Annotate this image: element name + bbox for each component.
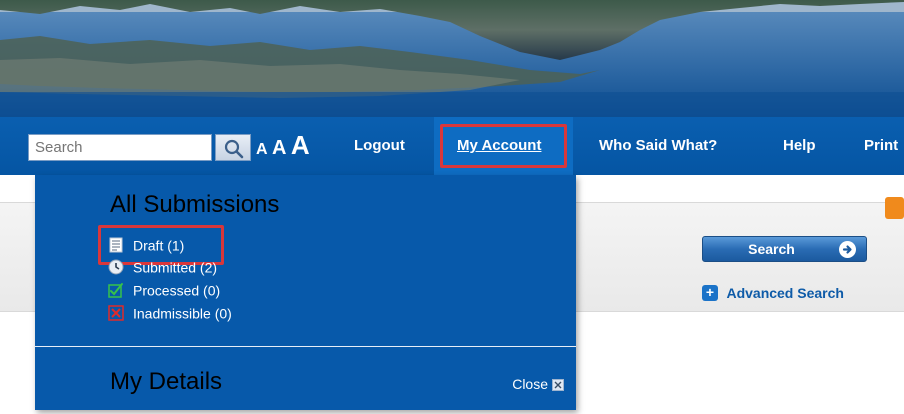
dropdown-divider [35, 346, 576, 347]
rss-feed-icon[interactable] [885, 197, 904, 219]
arrow-right-icon [839, 241, 856, 258]
advanced-search-link[interactable]: + Advanced Search [702, 284, 844, 302]
main-nav-bar: A A A Logout My Account Who Said What? H… [0, 117, 904, 175]
advanced-search-label: Advanced Search [726, 284, 844, 301]
submissions-submitted-label: Submitted (2) [133, 259, 218, 276]
submissions-processed-label: Processed (0) [133, 282, 221, 299]
red-x-icon [108, 305, 124, 322]
my-account-dropdown: All Submissions Draft (1) Submitted (2) [35, 175, 576, 410]
clock-icon [108, 259, 124, 275]
search-go-button[interactable] [215, 134, 251, 161]
nav-who-said-what-link[interactable]: Who Said What? [599, 117, 717, 175]
my-account-highlight-box [440, 124, 567, 168]
dropdown-close-button[interactable]: Close [512, 376, 564, 392]
font-size-large-button[interactable]: A [291, 130, 310, 161]
search-input[interactable] [28, 134, 212, 161]
nav-help-link[interactable]: Help [783, 117, 816, 175]
submissions-inadmissible-link[interactable]: Inadmissible (0) [108, 304, 232, 323]
nav-logout-link[interactable]: Logout [354, 117, 405, 175]
dropdown-close-label: Close [512, 376, 548, 392]
font-size-controls: A A A [256, 130, 310, 161]
font-size-medium-button[interactable]: A [272, 137, 286, 160]
my-details-heading[interactable]: My Details [110, 368, 222, 396]
main-search-button[interactable]: Search [702, 236, 867, 262]
close-icon [552, 379, 564, 392]
header-banner [0, 0, 904, 117]
plus-icon: + [702, 284, 718, 301]
submissions-submitted-link[interactable]: Submitted (2) [108, 258, 217, 277]
all-submissions-heading: All Submissions [110, 191, 280, 218]
magnifier-icon [224, 139, 244, 159]
nav-print-link[interactable]: Print [864, 117, 898, 175]
submissions-processed-link[interactable]: Processed (0) [108, 281, 220, 300]
font-size-small-button[interactable]: A [256, 141, 268, 159]
main-search-button-label: Search [748, 241, 795, 257]
checkmark-icon [108, 282, 124, 299]
coastline-banner-image [0, 0, 904, 117]
submissions-inadmissible-label: Inadmissible (0) [133, 305, 232, 322]
